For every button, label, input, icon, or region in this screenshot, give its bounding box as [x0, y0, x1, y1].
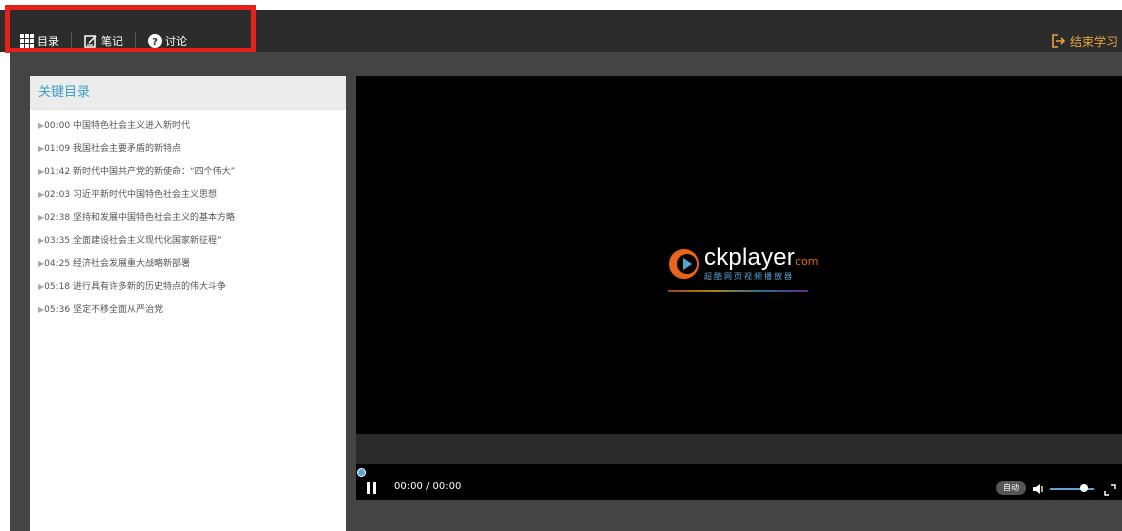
toc-title: 习近平新时代中国特色社会主义思想 — [72, 190, 217, 200]
toc-time: 04:25 — [44, 259, 71, 269]
note-icon — [84, 34, 98, 48]
toc-time: 02:03 — [44, 190, 71, 200]
toc-list: ▶00:00 中国特色社会主义进入新时代 ▶01:09 我国社会主要矛盾的新特点… — [30, 110, 346, 321]
toc-title: 经济社会发展重大战略新部署 — [72, 259, 190, 269]
video-screen[interactable]: ckplayercom 超酷网页视频播放器 — [356, 76, 1122, 434]
key-contents-panel: 关键目录 ▶00:00 中国特色社会主义进入新时代 ▶01:09 我国社会主要矛… — [30, 76, 346, 531]
nav-notes[interactable]: 笔记 — [84, 33, 123, 49]
top-bar: 目录 笔记 ? 讨论 结束学习 — [0, 10, 1122, 52]
nav-contents-label: 目录 — [37, 35, 59, 48]
toc-time: 03:35 — [44, 236, 71, 246]
toc-title: 新时代中国共产党的新使命：“四个伟大” — [72, 167, 236, 177]
grid-icon — [20, 34, 34, 48]
logo-text-block: ckplayercom 超酷网页视频播放器 — [704, 246, 818, 282]
toc-item[interactable]: ▶02:03 习近平新时代中国特色社会主义思想 — [38, 183, 346, 206]
toc-item[interactable]: ▶01:42 新时代中国共产党的新使命：“四个伟大” — [38, 160, 346, 183]
key-contents-title: 关键目录 — [30, 76, 346, 110]
pause-icon-bar — [373, 482, 376, 494]
svg-text:?: ? — [152, 37, 158, 48]
toc-time: 05:36 — [44, 305, 71, 315]
toc-item[interactable]: ▶01:09 我国社会主要矛盾的新特点 — [38, 137, 346, 160]
toc-time: 00:00 — [44, 121, 71, 131]
nav-notes-label: 笔记 — [101, 35, 123, 48]
nav-contents[interactable]: 目录 — [20, 33, 59, 49]
question-icon: ? — [148, 34, 162, 48]
ckplayer-logo-icon — [669, 249, 699, 279]
toc-title: 坚持和发展中国特色社会主义的基本方略 — [72, 213, 235, 223]
toc-title: 进行具有许多新的历史特点的伟大斗争 — [72, 282, 226, 292]
volume-icon[interactable] — [1032, 481, 1046, 495]
toc-time: 01:09 — [44, 144, 71, 154]
divider — [135, 32, 136, 50]
toc-time: 02:38 — [44, 213, 71, 223]
toc-item[interactable]: ▶02:38 坚持和发展中国特色社会主义的基本方略 — [38, 206, 346, 229]
toc-item[interactable]: ▶05:18 进行具有许多新的历史特点的伟大斗争 — [38, 275, 346, 298]
auto-quality-button[interactable]: 自动 — [996, 481, 1026, 495]
player-band — [356, 434, 1122, 464]
progress-handle[interactable] — [357, 468, 366, 477]
exit-study-label: 结束学习 — [1069, 34, 1118, 49]
toc-title: 全面建设社会主义现代化国家新征程” — [72, 236, 222, 246]
pause-icon-bar — [367, 482, 370, 494]
toc-title: 我国社会主要矛盾的新特点 — [72, 144, 181, 154]
toc-item[interactable]: ▶04:25 经济社会发展重大战略新部署 — [38, 252, 346, 275]
toc-title: 中国特色社会主义进入新时代 — [72, 121, 190, 131]
exit-icon — [1052, 34, 1066, 48]
time-display: 00:00 / 00:00 — [394, 481, 462, 492]
player-controls: 00:00 / 00:00 自动 — [356, 464, 1122, 500]
toc-title: 坚定不移全面从严治党 — [72, 305, 163, 315]
fullscreen-icon[interactable] — [1104, 481, 1116, 496]
nav-discussion[interactable]: ? 讨论 — [148, 33, 187, 49]
toc-item[interactable]: ▶00:00 中国特色社会主义进入新时代 — [38, 114, 346, 137]
toc-item[interactable]: ▶05:36 坚定不移全面从严治党 — [38, 298, 346, 321]
divider — [71, 32, 72, 50]
ckplayer-logo: ckplayercom 超酷网页视频播放器 — [668, 246, 818, 282]
toc-time: 05:18 — [44, 282, 71, 292]
nav-discussion-label: 讨论 — [165, 35, 187, 48]
toc-item[interactable]: ▶03:35 全面建设社会主义现代化国家新征程” — [38, 229, 346, 252]
toc-time: 01:42 — [44, 167, 71, 177]
player-bottom-area — [356, 500, 1122, 531]
volume-slider-knob[interactable] — [1080, 484, 1088, 492]
logo-underline — [668, 290, 808, 292]
logo-suffix-text: com — [794, 255, 819, 268]
pause-button[interactable] — [366, 482, 378, 494]
logo-main-text: ckplayer — [704, 244, 795, 271]
logo-subtitle: 超酷网页视频播放器 — [704, 272, 794, 281]
